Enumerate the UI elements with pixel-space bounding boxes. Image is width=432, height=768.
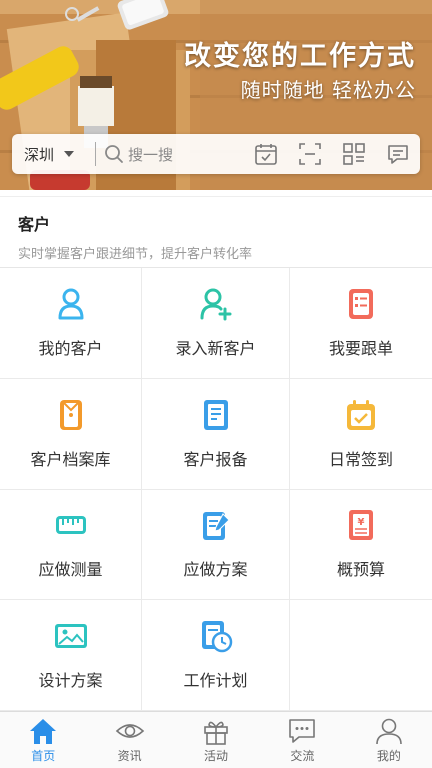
grid-item-label: 工作计划 xyxy=(183,671,248,691)
search-input[interactable]: 搜一搜 xyxy=(96,134,234,174)
city-label: 深圳 xyxy=(24,145,55,164)
tab-label: 我的 xyxy=(376,748,401,763)
grid-item-label: 录入新客户 xyxy=(175,338,256,358)
grid-empty-cell xyxy=(290,600,432,711)
tab-home[interactable]: 首页 xyxy=(0,712,86,768)
grid-item-label: 我的客户 xyxy=(38,338,103,358)
message-icon[interactable] xyxy=(386,142,410,166)
svg-text:¥: ¥ xyxy=(358,517,365,528)
calendar-icon[interactable] xyxy=(254,142,278,166)
gift-icon xyxy=(204,721,228,745)
grid-item-label: 应做方案 xyxy=(183,560,248,580)
user-icon xyxy=(376,718,402,744)
grid-item-label: 概预算 xyxy=(336,560,385,580)
tab-profile[interactable]: 我的 xyxy=(346,712,432,768)
search-icon xyxy=(105,145,123,163)
function-grid: 我的客户 录入新客户 我要跟单 客户档案库 客户报备 日常签到 应做测量 应做方… xyxy=(0,268,432,711)
grid-item-plan[interactable]: 应做方案 xyxy=(142,489,290,601)
image-icon xyxy=(54,624,87,649)
grid-item-my-customers[interactable]: 我的客户 xyxy=(0,268,142,379)
city-selector[interactable]: 深圳 xyxy=(12,134,95,174)
chevron-down-icon xyxy=(64,151,75,157)
eye-icon xyxy=(115,723,144,738)
qr-code-icon[interactable] xyxy=(342,142,366,166)
search-bar: 深圳 搜一搜 xyxy=(12,134,420,174)
banner-subline: 随时随地 轻松办公 xyxy=(240,78,416,102)
grid-item-daily-checkin[interactable]: 日常签到 xyxy=(290,378,432,490)
archive-icon xyxy=(59,399,82,430)
banner-headline: 改变您的工作方式 xyxy=(184,41,416,72)
tab-label: 交流 xyxy=(290,748,315,763)
hero-banner: 改变您的工作方式 随时随地 轻松办公 深圳 搜一搜 xyxy=(0,0,432,190)
grid-item-label: 客户档案库 xyxy=(30,449,111,469)
person-icon xyxy=(58,288,83,320)
tab-label: 首页 xyxy=(31,748,56,763)
chat-icon xyxy=(289,718,316,743)
scan-icon[interactable] xyxy=(298,142,322,166)
grid-item-budget[interactable]: ¥ 概预算 xyxy=(290,489,432,601)
tab-communication[interactable]: 交流 xyxy=(259,712,345,768)
home-icon xyxy=(30,718,57,744)
grid-item-label: 客户报备 xyxy=(183,449,248,469)
grid-item-follow-order[interactable]: 我要跟单 xyxy=(290,268,432,379)
grid-item-label: 日常签到 xyxy=(328,449,393,469)
section-subtitle: 实时掌握客户跟进细节，提升客户转化率 xyxy=(18,247,253,262)
ruler-icon xyxy=(55,516,86,535)
bottom-tab-bar: 首页 资讯 活动 交流 我的 xyxy=(0,711,432,768)
grid-item-work-plan[interactable]: 工作计划 xyxy=(142,600,290,711)
section-title: 客户 xyxy=(18,215,51,234)
checklist-icon xyxy=(349,288,373,319)
plan-edit-icon xyxy=(202,512,230,541)
grid-item-add-customer[interactable]: 录入新客户 xyxy=(142,268,290,379)
customer-section-header: 客户 实时掌握客户跟进细节，提升客户转化率 xyxy=(0,196,432,268)
budget-icon: ¥ xyxy=(349,510,373,541)
report-icon xyxy=(203,399,228,430)
grid-item-label: 我要跟单 xyxy=(328,338,393,358)
grid-item-design-plan[interactable]: 设计方案 xyxy=(0,600,142,711)
tab-news[interactable]: 资讯 xyxy=(86,712,172,768)
grid-item-measurement[interactable]: 应做测量 xyxy=(0,489,142,601)
schedule-icon xyxy=(201,621,232,653)
search-placeholder: 搜一搜 xyxy=(127,145,173,164)
tab-label: 活动 xyxy=(204,748,229,763)
calendar-check-icon xyxy=(347,399,375,430)
tab-label: 资讯 xyxy=(117,748,142,763)
grid-item-label: 应做测量 xyxy=(38,560,103,580)
grid-item-customer-report[interactable]: 客户报备 xyxy=(142,378,290,490)
grid-item-customer-archive[interactable]: 客户档案库 xyxy=(0,378,142,490)
tab-activity[interactable]: 活动 xyxy=(173,712,259,768)
grid-item-label: 设计方案 xyxy=(38,671,103,691)
add-person-icon xyxy=(200,288,231,321)
